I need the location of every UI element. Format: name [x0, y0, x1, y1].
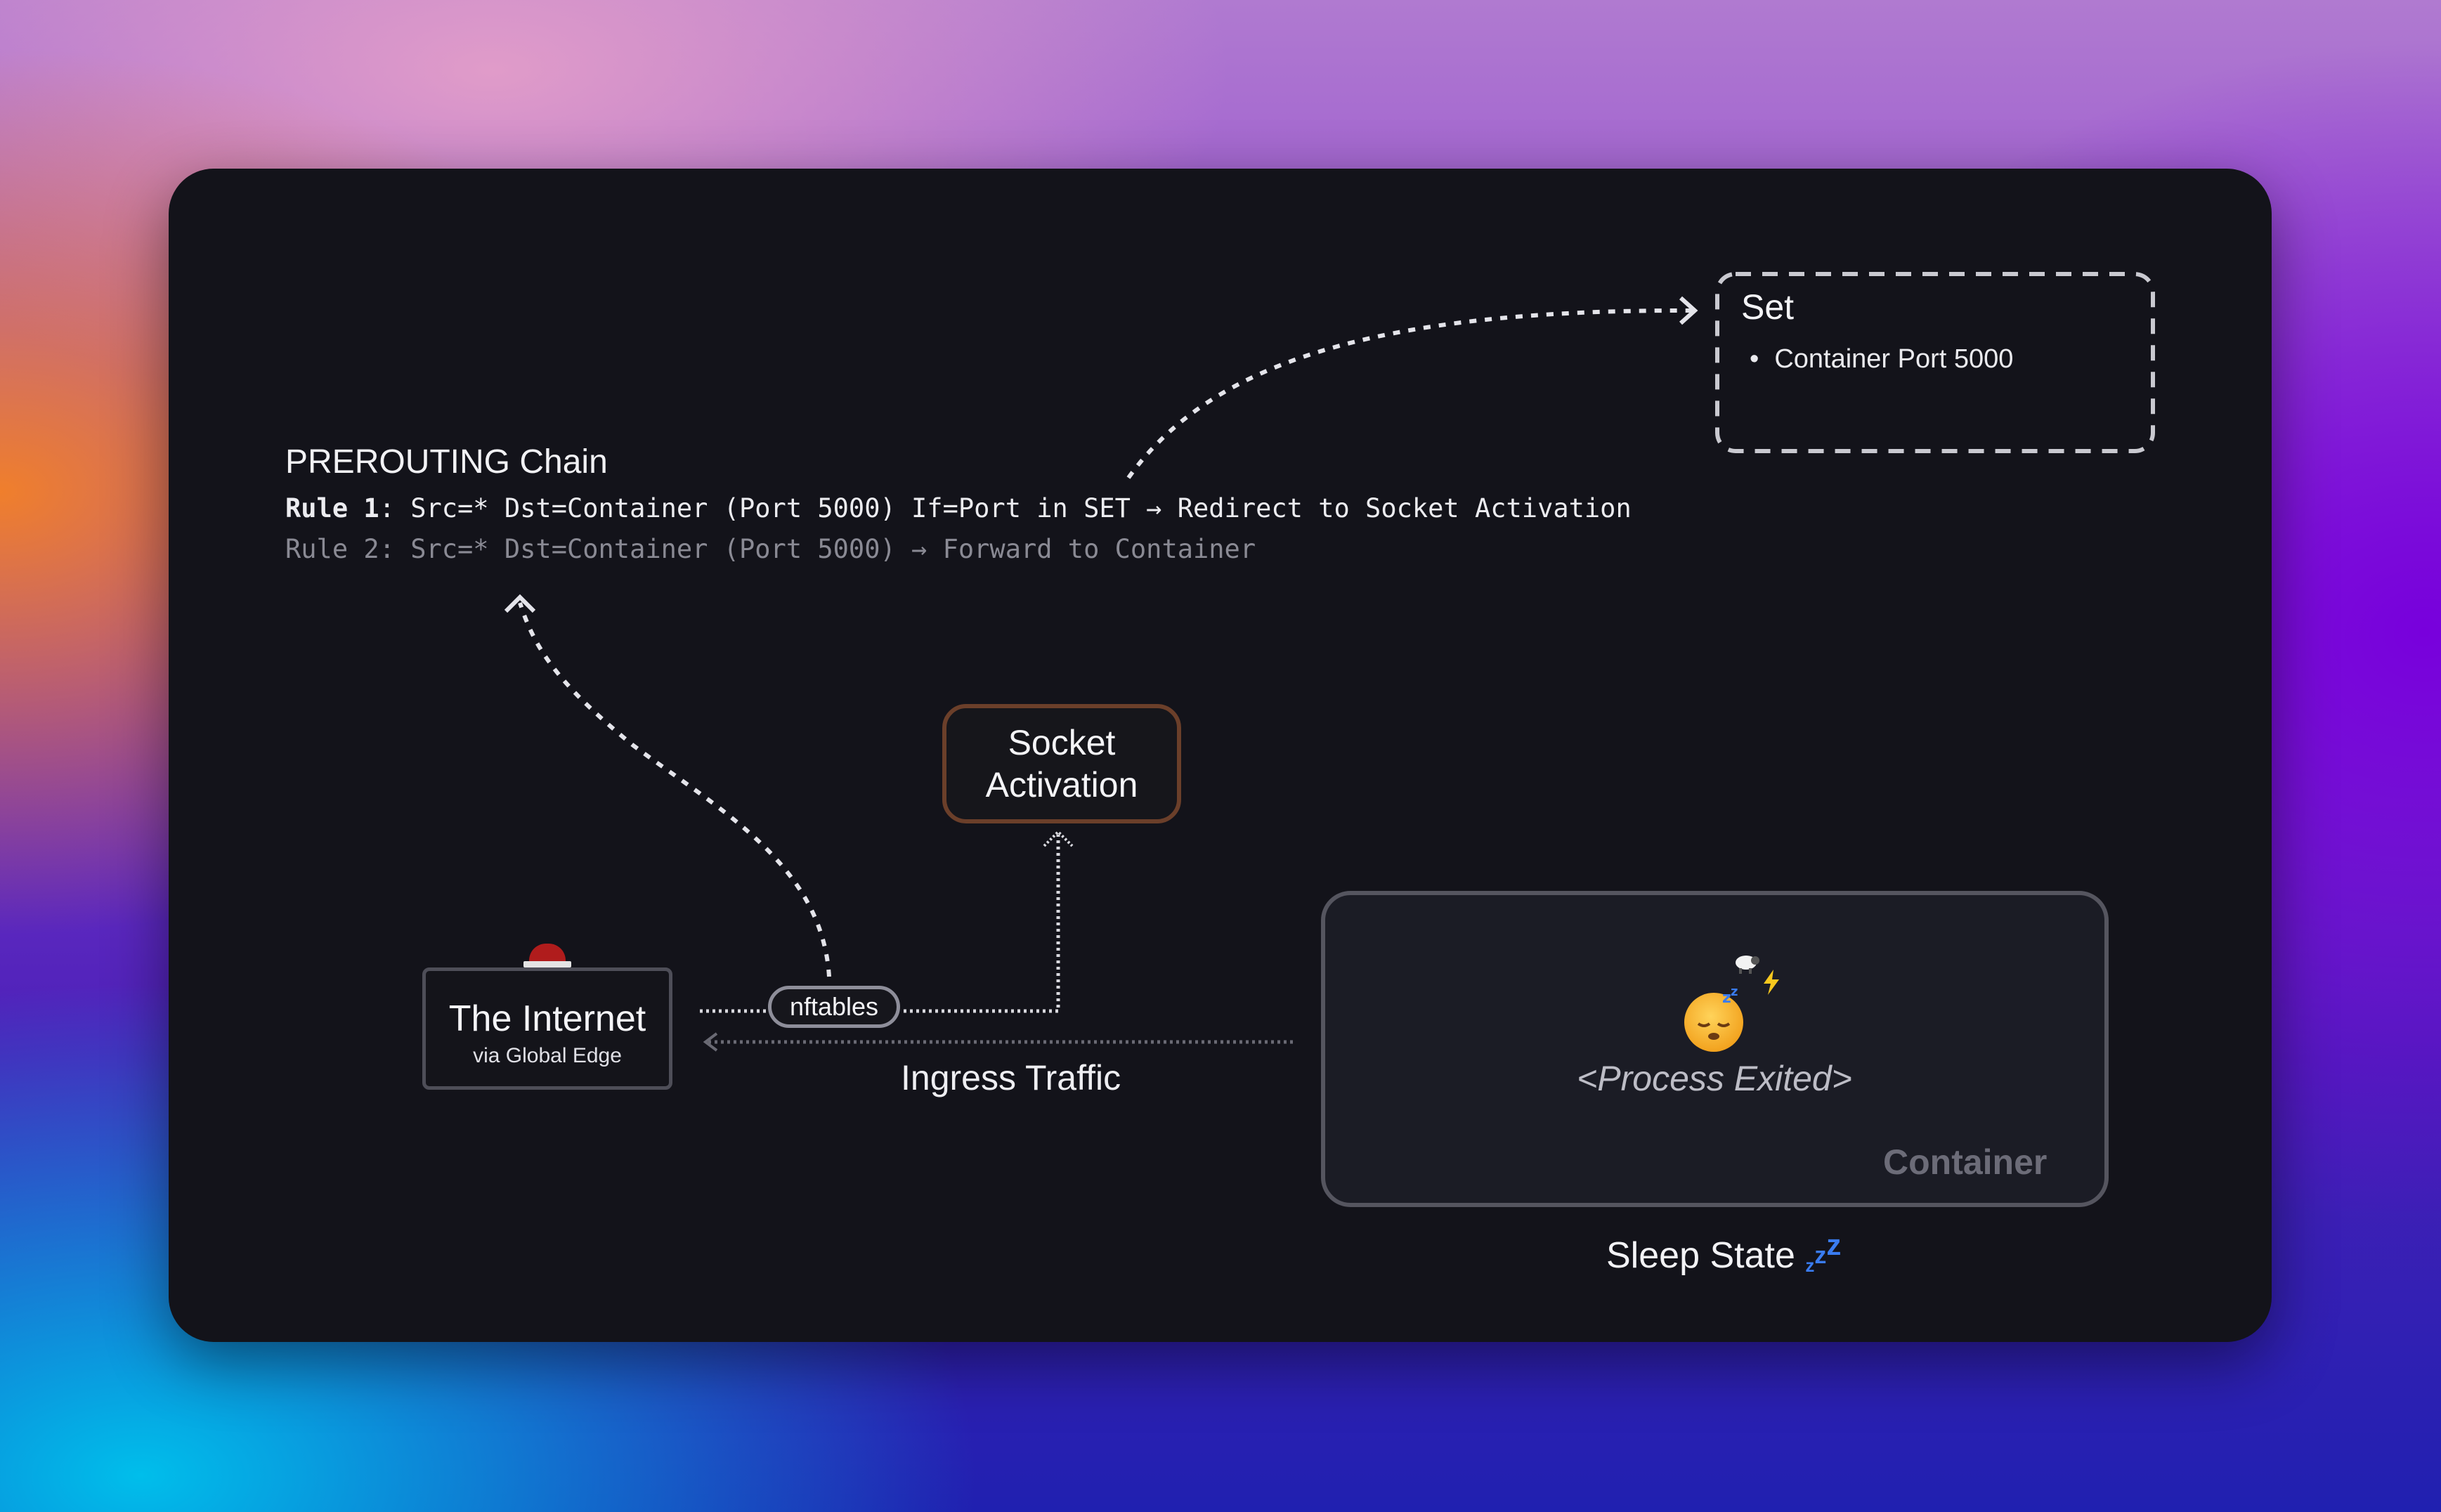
socket-activation-node: Socket Activation — [942, 704, 1181, 823]
siren-base — [523, 961, 571, 967]
svg-text:z: z — [1731, 986, 1738, 999]
rule-1-label: Rule 1 — [285, 493, 379, 523]
sleeping-face-icon: z z — [1684, 986, 1743, 1052]
sleep-state-caption: Sleep State zzz — [1606, 1228, 1842, 1277]
rule-to-set-arrow — [1126, 308, 1694, 479]
chain-title: PREROUTING Chain — [285, 443, 608, 481]
internet-title: The Internet — [448, 998, 646, 1039]
nftables-to-socket-line — [904, 835, 1060, 1013]
set-title: Set — [1741, 287, 1795, 327]
sleep-state-label: Sleep State — [1606, 1235, 1795, 1276]
rule-1-text: : Src=* Dst=Container (Port 5000) If=Por… — [379, 493, 1632, 523]
svg-text:z: z — [1722, 989, 1731, 1007]
sheep-icon — [1736, 956, 1759, 974]
set-list-item: Container Port 5000 — [1750, 344, 2013, 374]
zzz-icon: zzz — [1805, 1228, 1842, 1276]
ingress-traffic-label: Ingress Traffic — [901, 1058, 1121, 1097]
connector-lines — [504, 272, 2155, 1052]
nftables-node: nftables — [768, 986, 900, 1028]
nftables-to-chain-arrow — [518, 602, 831, 977]
process-status: <Process Exited> — [1577, 1059, 1852, 1098]
container-label: Container — [1883, 1142, 2048, 1182]
rule-1: Rule 1: Src=* Dst=Container (Port 5000) … — [285, 493, 1632, 523]
rule-2: Rule 2: Src=* Dst=Container (Port 5000) … — [285, 534, 1256, 564]
socket-arrowhead — [1043, 830, 1074, 847]
internet-subtitle: via Global Edge — [473, 1044, 622, 1067]
lightning-icon — [1764, 970, 1779, 995]
internet-node: The Internet via Global Edge — [422, 967, 672, 1090]
